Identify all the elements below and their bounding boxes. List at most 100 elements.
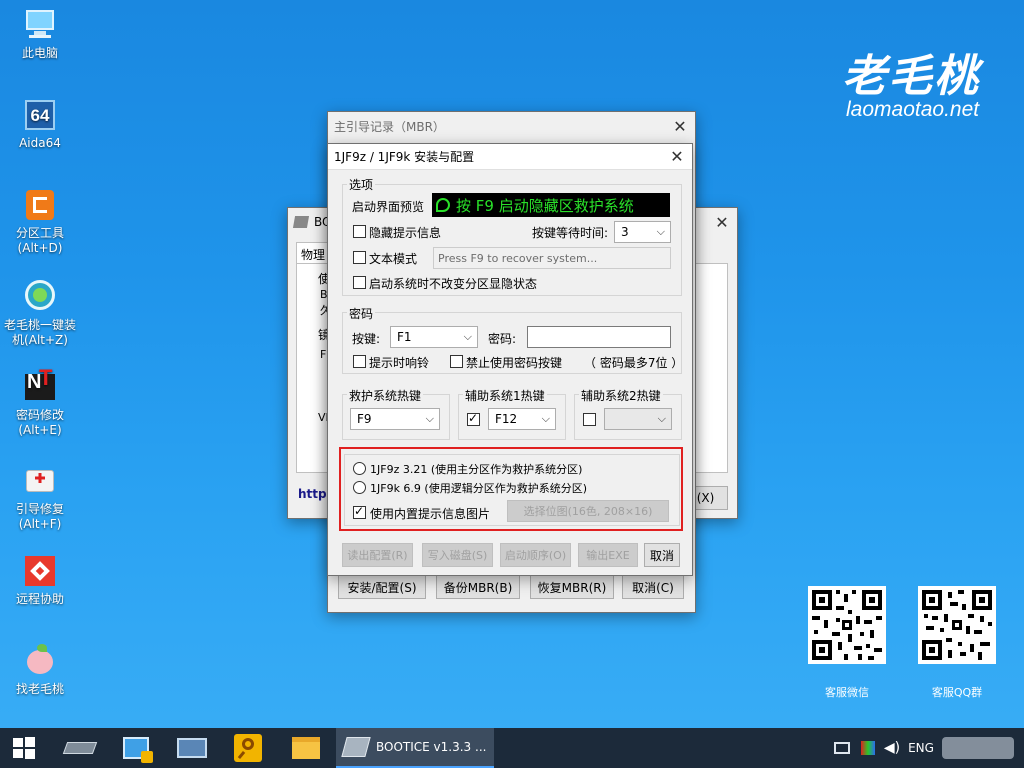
password-group-label: 密码: [347, 305, 376, 322]
desktop-icon-aida64[interactable]: 64 Aida64: [1, 98, 79, 151]
aux1-hotkey-value: F12: [495, 412, 518, 426]
text-mode-input[interactable]: Press F9 to recover system...: [433, 247, 671, 269]
brand-logo-url: laomaotao.net: [846, 98, 980, 121]
keyboard-icon: [177, 738, 207, 758]
desktop-icon-label: 远程协助: [15, 592, 64, 606]
chevron-down-icon: ⌵: [463, 330, 472, 343]
wait-time-value: 3: [621, 225, 629, 239]
taskbar-app-search[interactable]: [224, 728, 272, 768]
network-icon[interactable]: [830, 728, 854, 768]
desktop-icon-this-pc[interactable]: 此电脑: [1, 8, 79, 61]
export-exe-button[interactable]: 输出EXE: [578, 543, 638, 567]
config-dialog[interactable]: 1JF9z / 1JF9k 安装与配置 ✕ 选项 启动界面预览 按 F9 启动隐…: [327, 143, 693, 576]
bootice-app-icon: [341, 737, 371, 757]
wait-time-select[interactable]: 3 ⌵: [614, 221, 671, 243]
config-title: 1JF9z / 1JF9k 安装与配置: [334, 150, 475, 164]
password-key-value: F1: [397, 330, 412, 344]
key-label: 按键:: [352, 332, 381, 346]
aux2-hotkey-select[interactable]: ⌵: [604, 408, 672, 430]
text-mode-label: 文本模式: [369, 252, 418, 266]
password-input[interactable]: [527, 326, 671, 348]
aux2-enable-checkbox[interactable]: [583, 413, 596, 426]
select-bitmap-button[interactable]: 选择位图(16色, 208×16): [507, 500, 669, 522]
close-icon[interactable]: ✕: [662, 144, 692, 170]
version-1jf9k-radio[interactable]: [353, 481, 366, 494]
mbr-cancel-button[interactable]: 取消(C): [622, 575, 684, 599]
beep-label: 提示时响铃: [369, 356, 430, 370]
desktop-icon-one-click-install[interactable]: 老毛桃一键装 机(Alt+Z): [1, 280, 79, 348]
wait-time-label: 按键等待时间:: [532, 226, 609, 240]
close-icon[interactable]: ✕: [665, 112, 695, 140]
desktop-icon-remote-assist[interactable]: 远程协助: [1, 554, 79, 607]
options-group-label: 选项: [347, 176, 376, 193]
desktop-icon-label: 此电脑: [21, 46, 58, 60]
magnifier-icon: [234, 734, 262, 762]
taskbar: BOOTICE v1.3.3 ... ◀) ENG: [0, 728, 1024, 768]
taskbar-app-hardware[interactable]: [56, 728, 104, 768]
close-icon[interactable]: ✕: [707, 208, 737, 236]
taskbar-app-explorer[interactable]: [282, 728, 330, 768]
taskbar-app-bootice[interactable]: BOOTICE v1.3.3 ...: [336, 728, 494, 768]
language-indicator[interactable]: ENG: [904, 728, 938, 768]
rescue-hotkey-label: 救护系统热键: [347, 387, 424, 404]
boot-order-button[interactable]: 启动顺序(O): [500, 543, 571, 567]
qr-caption-wechat: 客服微信: [825, 686, 869, 699]
chevron-down-icon: ⌵: [541, 412, 550, 425]
remote-assist-icon: [23, 554, 57, 588]
keep-partition-checkbox[interactable]: [353, 276, 366, 289]
chevron-down-icon: ⌵: [425, 412, 434, 425]
beep-checkbox[interactable]: [353, 355, 366, 368]
desktop-icon-password-change[interactable]: N T 密码修改 (Alt+E): [1, 367, 79, 438]
boot-repair-icon: [23, 464, 57, 498]
install-config-button[interactable]: 安装/配置(S): [338, 575, 426, 599]
desktop-icon-find-laomaotao[interactable]: 找老毛桃: [1, 644, 79, 697]
hide-prompt-checkbox[interactable]: [353, 225, 366, 238]
aux1-hotkey-select[interactable]: F12 ⌵: [488, 408, 556, 430]
restore-mbr-button[interactable]: 恢复MBR(R): [530, 575, 614, 599]
text-mode-placeholder: Press F9 to recover system...: [438, 251, 598, 265]
aida64-icon: 64: [23, 98, 57, 132]
password-change-icon: N T: [23, 367, 57, 404]
tray-app-icon[interactable]: [856, 728, 880, 768]
desktop-icon-label: 分区工具 (Alt+D): [15, 226, 64, 255]
builtin-image-checkbox[interactable]: [353, 504, 366, 519]
desktop-icon-label: 引导修复 (Alt+F): [15, 502, 64, 531]
bootice-fragment-text: F: [320, 348, 327, 361]
windows-logo-icon: [13, 737, 35, 759]
read-config-button[interactable]: 读出配置(R): [342, 543, 413, 567]
write-disk-button[interactable]: 写入磁盘(S): [422, 543, 493, 567]
taskbar-app-label: BOOTICE v1.3.3 ...: [376, 740, 487, 754]
rescue-hotkey-value: F9: [357, 412, 372, 426]
password-key-select[interactable]: F1 ⌵: [390, 326, 478, 348]
backup-mbr-button[interactable]: 备份MBR(B): [436, 575, 520, 599]
desktop-icon-partition-tool[interactable]: 分区工具 (Alt+D): [1, 188, 79, 256]
taskbar-app-monitor[interactable]: [112, 728, 160, 768]
brand-logo-chinese: 老毛桃: [842, 51, 980, 102]
text-mode-checkbox[interactable]: [353, 251, 366, 264]
mbr-title: 主引导记录（MBR）: [334, 119, 445, 134]
find-laomaotao-icon: [23, 644, 57, 678]
boot-screen-preview: 按 F9 启动隐藏区救护系统: [432, 193, 670, 217]
desktop-icon-label: Aida64: [19, 136, 61, 150]
version-1jf9k-label: 1JF9k 6.9 (使用逻辑分区作为救护系统分区): [370, 482, 588, 495]
mbr-titlebar[interactable]: 主引导记录（MBR） ✕: [328, 112, 695, 140]
chevron-down-icon: ⌵: [656, 225, 665, 238]
preview-label: 启动界面预览: [352, 200, 425, 214]
keep-partition-label: 启动系统时不改变分区显隐状态: [369, 277, 538, 291]
config-titlebar[interactable]: 1JF9z / 1JF9k 安装与配置 ✕: [328, 144, 692, 170]
start-button[interactable]: [0, 728, 48, 768]
taskbar-app-keyboard[interactable]: [168, 728, 216, 768]
config-cancel-button[interactable]: 取消: [644, 543, 680, 567]
aux1-enable-checkbox[interactable]: [467, 411, 480, 426]
hide-prompt-label: 隐藏提示信息: [369, 226, 442, 240]
this-pc-icon: [23, 8, 57, 42]
qr-code-wechat: [808, 586, 886, 664]
disable-key-checkbox[interactable]: [450, 355, 463, 368]
preview-text: 按 F9 启动隐藏区救护系统: [456, 196, 634, 215]
desktop-icon-boot-repair[interactable]: 引导修复 (Alt+F): [1, 464, 79, 532]
rescue-hotkey-select[interactable]: F9 ⌵: [350, 408, 440, 430]
volume-icon[interactable]: ◀): [880, 728, 904, 768]
folder-icon: [292, 737, 320, 759]
version-1jf9z-radio[interactable]: [353, 462, 366, 475]
tray-overflow-blur: [938, 728, 1018, 768]
